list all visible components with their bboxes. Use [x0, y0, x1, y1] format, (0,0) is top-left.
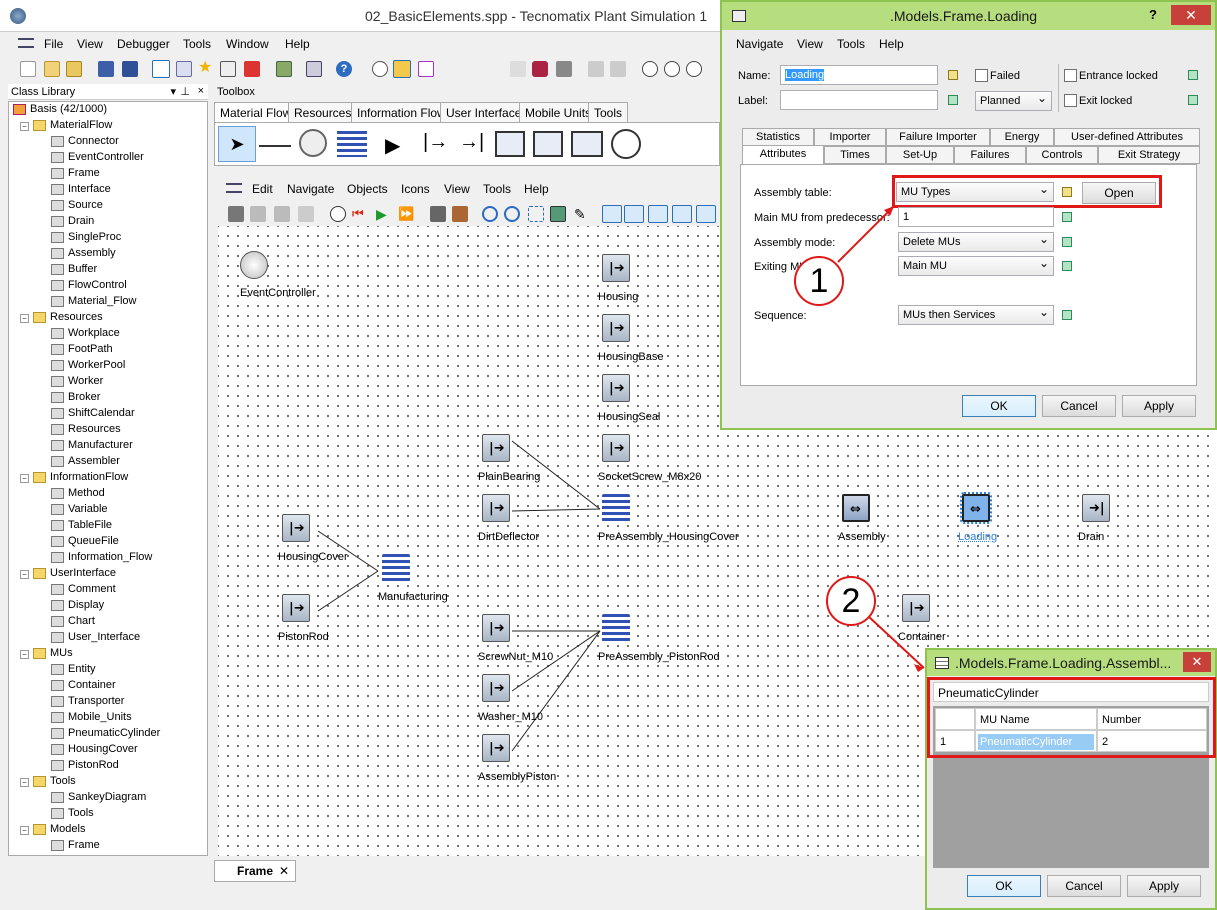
callout-2: 2 [826, 576, 876, 626]
callout-arrows [0, 0, 1217, 910]
callout-1: 1 [794, 256, 844, 306]
